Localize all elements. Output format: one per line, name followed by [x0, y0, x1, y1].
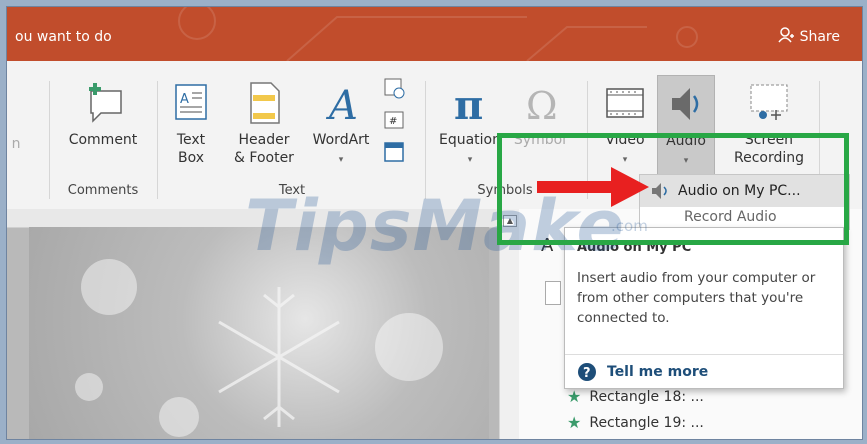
screen-recording-label-line1: Screen: [744, 132, 794, 148]
audio-dropdown-caret[interactable]: ▾: [658, 152, 714, 170]
pane-control-icon[interactable]: [545, 281, 561, 305]
help-icon: ?: [578, 363, 596, 381]
slide-number-icon[interactable]: #: [383, 109, 405, 131]
tell-me-more-link[interactable]: ? Tell me more: [577, 362, 708, 382]
text-box-label-line2: Box: [177, 150, 205, 166]
red-arrow-annotation: [537, 167, 649, 207]
omega-icon: Ω: [526, 84, 558, 125]
video-label: Video: [605, 132, 645, 148]
symbol-button[interactable]: Ω Symbol: [507, 81, 573, 149]
star-icon: ★: [567, 413, 582, 432]
text-box-label-line1: Text: [176, 132, 206, 148]
header-footer-label-line2: & Footer: [234, 150, 294, 166]
screen-recording-label-line2: Recording: [733, 150, 805, 166]
equation-button[interactable]: π Equation ▾: [437, 81, 503, 169]
partial-label: n: [11, 136, 21, 152]
header-footer-button[interactable]: Header & Footer: [229, 81, 299, 167]
selection-item-label: Rectangle 19: ...: [589, 414, 704, 431]
screen-recording-icon: [750, 84, 788, 120]
selection-item[interactable]: ★ Rectangle 18: ...: [567, 387, 704, 406]
tell-me-more-label: Tell me more: [607, 364, 709, 380]
speaker-icon: [672, 88, 699, 120]
text-box-button[interactable]: A Text Box: [169, 81, 213, 167]
slide-editing-area: [7, 209, 499, 439]
pane-partial-letter: A: [541, 235, 554, 256]
wordart-label: WordArt: [312, 132, 370, 148]
wordart-icon: A: [325, 83, 358, 125]
share-button[interactable]: Share: [777, 27, 840, 47]
text-box-icon: A: [175, 84, 207, 120]
group-separator: [49, 81, 50, 199]
selection-item[interactable]: ★ Rectangle 19: ...: [567, 413, 704, 432]
text-group-label: Text: [278, 183, 306, 198]
vertical-scrollbar[interactable]: ▲: [499, 209, 520, 439]
group-separator: [425, 81, 426, 199]
audio-on-my-pc-menu-item[interactable]: Audio on My PC...: [639, 174, 850, 208]
audio-on-my-pc-label: Audio on My PC...: [678, 183, 801, 199]
group-separator: [157, 81, 158, 199]
video-button[interactable]: Video ▾: [599, 81, 651, 169]
header-footer-icon: [250, 82, 280, 124]
small-insert-buttons: #: [383, 77, 407, 167]
screen-recording-button[interactable]: Screen Recording: [723, 81, 815, 167]
wordart-button[interactable]: A WordArt ▾: [307, 81, 375, 169]
title-bar: ou want to do Share: [7, 7, 862, 61]
partial-ribbon-button: n: [11, 85, 21, 153]
film-icon: [606, 88, 644, 118]
svg-text:A: A: [325, 83, 358, 125]
object-icon[interactable]: [383, 141, 405, 163]
comment-icon: [89, 83, 122, 123]
star-icon: ★: [567, 387, 582, 406]
equation-dropdown-caret[interactable]: ▾: [437, 151, 503, 169]
equation-label: Equation: [438, 132, 501, 148]
tell-me-search[interactable]: ou want to do: [15, 29, 112, 45]
title-bar-decoration: [178, 7, 698, 61]
powerpoint-window: ou want to do Share n Comment Comments A…: [6, 6, 863, 440]
record-audio-label: Record Audio: [684, 209, 777, 225]
svg-text:?: ?: [583, 366, 591, 381]
share-label: Share: [799, 29, 840, 45]
audio-on-my-pc-tooltip: Audio on My PC Insert audio from your co…: [564, 227, 844, 389]
scroll-up-arrow-icon[interactable]: ▲: [503, 215, 517, 227]
slide-canvas[interactable]: [29, 227, 489, 439]
comments-group-label: Comments: [67, 183, 139, 198]
header-footer-label-line1: Header: [238, 132, 290, 148]
tooltip-divider: [565, 354, 843, 355]
comment-button[interactable]: Comment: [59, 81, 147, 149]
slide-area-top-strip: [7, 209, 499, 228]
svg-text:#: #: [389, 116, 397, 127]
symbol-label: Symbol: [513, 132, 567, 148]
audio-label: Audio: [666, 133, 706, 149]
comment-label: Comment: [68, 132, 138, 148]
tooltip-description: Insert audio from your computer or from …: [577, 270, 816, 326]
svg-text:Ω: Ω: [526, 84, 558, 125]
svg-text:A: A: [180, 92, 189, 107]
tooltip-title: Audio on My PC: [577, 240, 692, 255]
svg-text:π: π: [454, 82, 483, 125]
snowflake-background: [75, 259, 443, 437]
person-add-icon: [777, 27, 794, 47]
selection-item-label: Rectangle 18: ...: [589, 388, 704, 405]
wordart-dropdown-caret[interactable]: ▾: [307, 151, 375, 169]
date-time-icon[interactable]: [383, 77, 405, 99]
audio-button[interactable]: Audio ▾: [657, 75, 715, 179]
pi-icon: π: [454, 82, 483, 125]
speaker-icon: [652, 183, 667, 199]
